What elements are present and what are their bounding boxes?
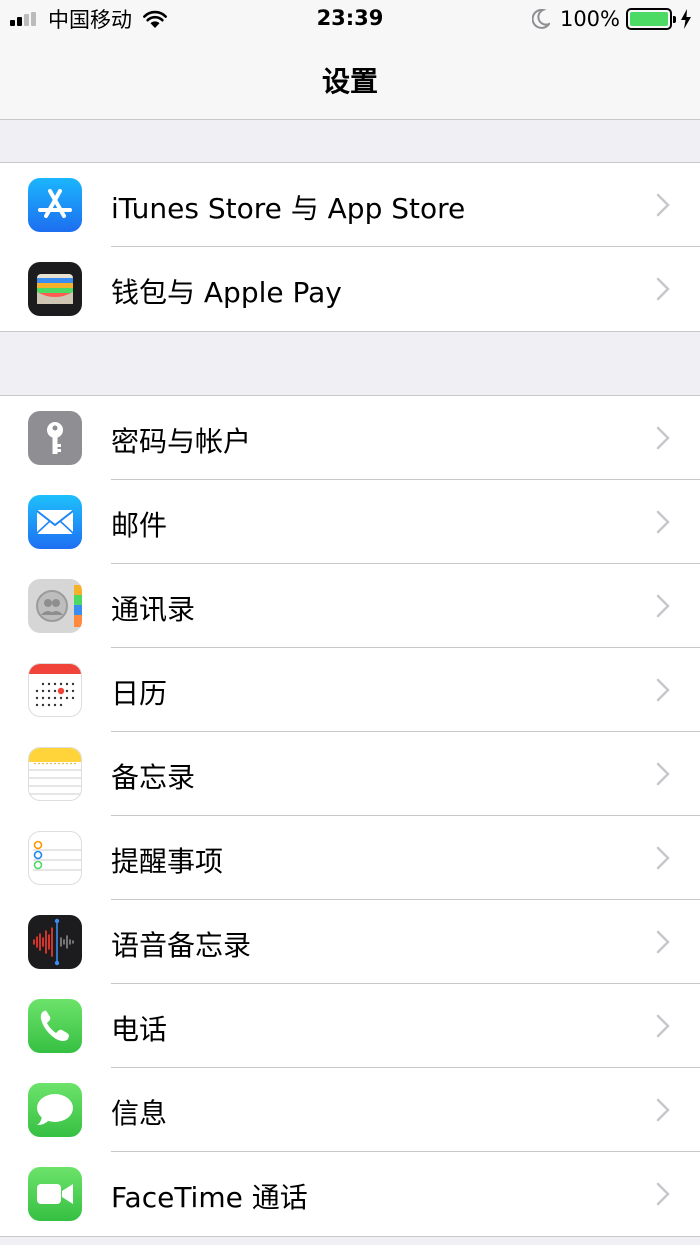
- mail-icon: [28, 495, 82, 549]
- chevron-right-icon: [656, 426, 670, 450]
- wallet-icon: [28, 262, 82, 316]
- chevron-right-icon: [656, 846, 670, 870]
- settings-row-itunes-app-store[interactable]: iTunes Store 与 App Store: [0, 163, 700, 247]
- settings-row-label: 通讯录: [111, 593, 196, 626]
- settings-row-label: 电话: [111, 1013, 168, 1046]
- settings-row-voice-memos[interactable]: 语音备忘录: [0, 900, 700, 984]
- settings-row-reminders[interactable]: 提醒事项: [0, 816, 700, 900]
- chevron-right-icon: [656, 594, 670, 618]
- settings-row-label: 密码与帐户: [111, 425, 252, 458]
- reminders-icon: [28, 831, 82, 885]
- messages-icon: [28, 1083, 82, 1137]
- battery-fill: [630, 12, 668, 26]
- settings-row-contacts[interactable]: 通讯录: [0, 564, 700, 648]
- battery-percent: 100%: [559, 7, 620, 31]
- settings-row-label: 邮件: [111, 509, 168, 542]
- chevron-right-icon: [656, 1182, 670, 1206]
- page-title: 设置: [321, 65, 378, 98]
- settings-row-passwords-accounts[interactable]: 密码与帐户: [0, 396, 700, 480]
- settings-row-label: 信息: [111, 1097, 168, 1130]
- settings-group-store: iTunes Store 与 App Store 钱包与 Apple Pay: [0, 162, 700, 332]
- chevron-right-icon: [656, 762, 670, 786]
- settings-row-label: 语音备忘录: [111, 929, 252, 962]
- chevron-right-icon: [656, 678, 670, 702]
- status-bar: 中国移动 23:39 100%: [0, 0, 700, 40]
- chevron-right-icon: [656, 277, 670, 301]
- chevron-right-icon: [656, 1014, 670, 1038]
- settings-row-wallet-apple-pay[interactable]: 钱包与 Apple Pay: [0, 247, 700, 331]
- phone-icon: [28, 999, 82, 1053]
- status-right: 100%: [531, 6, 692, 32]
- settings-row-messages[interactable]: 信息: [0, 1068, 700, 1152]
- app-store-icon: [28, 178, 82, 232]
- chevron-right-icon: [656, 193, 670, 217]
- key-icon: [28, 411, 82, 465]
- settings-row-label: 钱包与 Apple Pay: [111, 276, 342, 309]
- chevron-right-icon: [656, 510, 670, 534]
- settings-row-notes[interactable]: 备忘录: [0, 732, 700, 816]
- settings-row-mail[interactable]: 邮件: [0, 480, 700, 564]
- notes-icon: [28, 747, 82, 801]
- voice-memos-icon: [28, 915, 82, 969]
- settings-row-label: 提醒事项: [111, 845, 224, 878]
- settings-group-apps: 密码与帐户 邮件 通讯录 日历 备忘录 提醒事项 语音备忘录 电话 信息 Fac…: [0, 395, 700, 1237]
- charging-bolt-icon: [681, 9, 691, 29]
- settings-row-phone[interactable]: 电话: [0, 984, 700, 1068]
- contacts-icon: [28, 579, 82, 633]
- settings-row-label: 日历: [111, 677, 168, 710]
- chevron-right-icon: [656, 1098, 670, 1122]
- settings-row-label: FaceTime 通话: [111, 1181, 308, 1214]
- chevron-right-icon: [656, 930, 670, 954]
- do-not-disturb-moon-icon: [531, 9, 550, 29]
- settings-row-facetime[interactable]: FaceTime 通话: [0, 1152, 700, 1236]
- calendar-icon: [28, 663, 82, 717]
- settings-row-calendar[interactable]: 日历: [0, 648, 700, 732]
- settings-row-label: iTunes Store 与 App Store: [111, 192, 466, 225]
- settings-row-label: 备忘录: [111, 761, 196, 794]
- navigation-bar: 设置: [0, 40, 700, 120]
- battery-icon: [626, 8, 676, 30]
- facetime-icon: [28, 1167, 82, 1221]
